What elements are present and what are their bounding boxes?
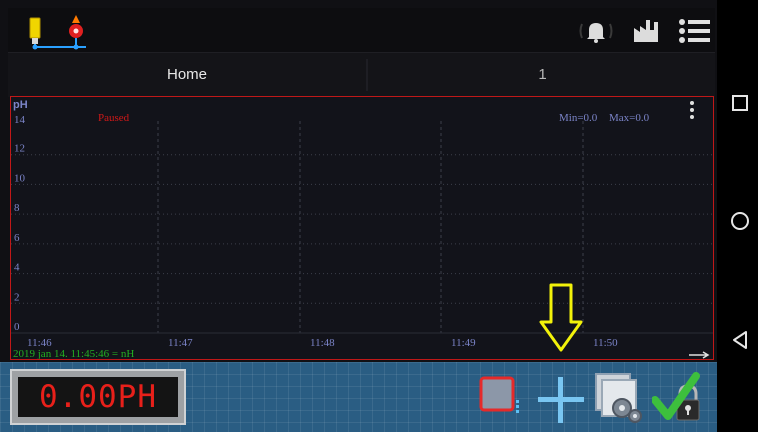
tab-1[interactable]: 1 [370,53,715,97]
valve-icon[interactable] [64,14,88,50]
tab-divider [366,59,368,91]
y-tick-label: 12 [14,143,25,155]
app-window: Home 1 14 12 10 8 6 4 2 0 11:46 11:47 11:48 11:49 11… [0,0,717,432]
more-vert-icon-dot [690,108,694,112]
more-vert-icon-dot [690,115,694,119]
y-tick-label: 0 [14,321,20,333]
chart-min-label: Min=0.0 [559,112,598,124]
lock-check-icon[interactable] [652,372,708,428]
y-tick-label: 10 [14,172,26,184]
x-tick-label: 11:47 [168,337,193,349]
ph-readout-panel: 0.00PH [10,369,186,425]
ph-readout-value: 0.00PH [18,377,178,417]
menu-icon[interactable] [678,18,712,44]
x-tick-label: 11:48 [310,337,335,349]
chart-canvas: 1412108642011:46 11:47 11:48 11:49 11:50pHPa… [11,99,713,359]
system-nav-bar [717,0,758,432]
crosshair-plus-icon[interactable] [536,375,586,425]
top-bar [8,8,715,52]
chart-max-label: Max=0.0 [609,112,650,124]
tab-bar: Home 1 [8,52,715,97]
recents-square-icon[interactable] [731,94,749,112]
y-tick-label: 14 [14,114,26,126]
down-arrow-icon [539,283,583,352]
x-tick-label: 11:50 [593,337,618,349]
chart-footer-timestamp: 2019 jan 14. 11:45:46 = nH [13,348,134,359]
tab-home[interactable]: Home [8,53,366,97]
stop-square-icon[interactable] [476,374,526,420]
factory-icon[interactable] [632,18,662,44]
settings-window-icon[interactable] [594,372,646,426]
back-triangle-icon[interactable] [731,330,749,350]
x-tick-label: 11:49 [451,337,476,349]
y-axis-label: pH [13,99,28,111]
alarm-bell-icon[interactable] [576,18,616,44]
y-tick-label: 8 [14,202,20,214]
home-circle-icon[interactable] [730,211,750,231]
chart-status-label: Paused [98,112,130,124]
y-tick-label: 4 [14,262,20,274]
arrow-right-icon [689,351,710,359]
y-tick-label: 2 [14,291,20,303]
more-vert-icon-dot [690,101,694,105]
ph-chart[interactable]: 14 12 10 8 6 4 2 0 11:46 11:47 11:48 11:49 11:50 pH Pa… [10,96,714,360]
y-tick-label: 6 [14,232,20,244]
